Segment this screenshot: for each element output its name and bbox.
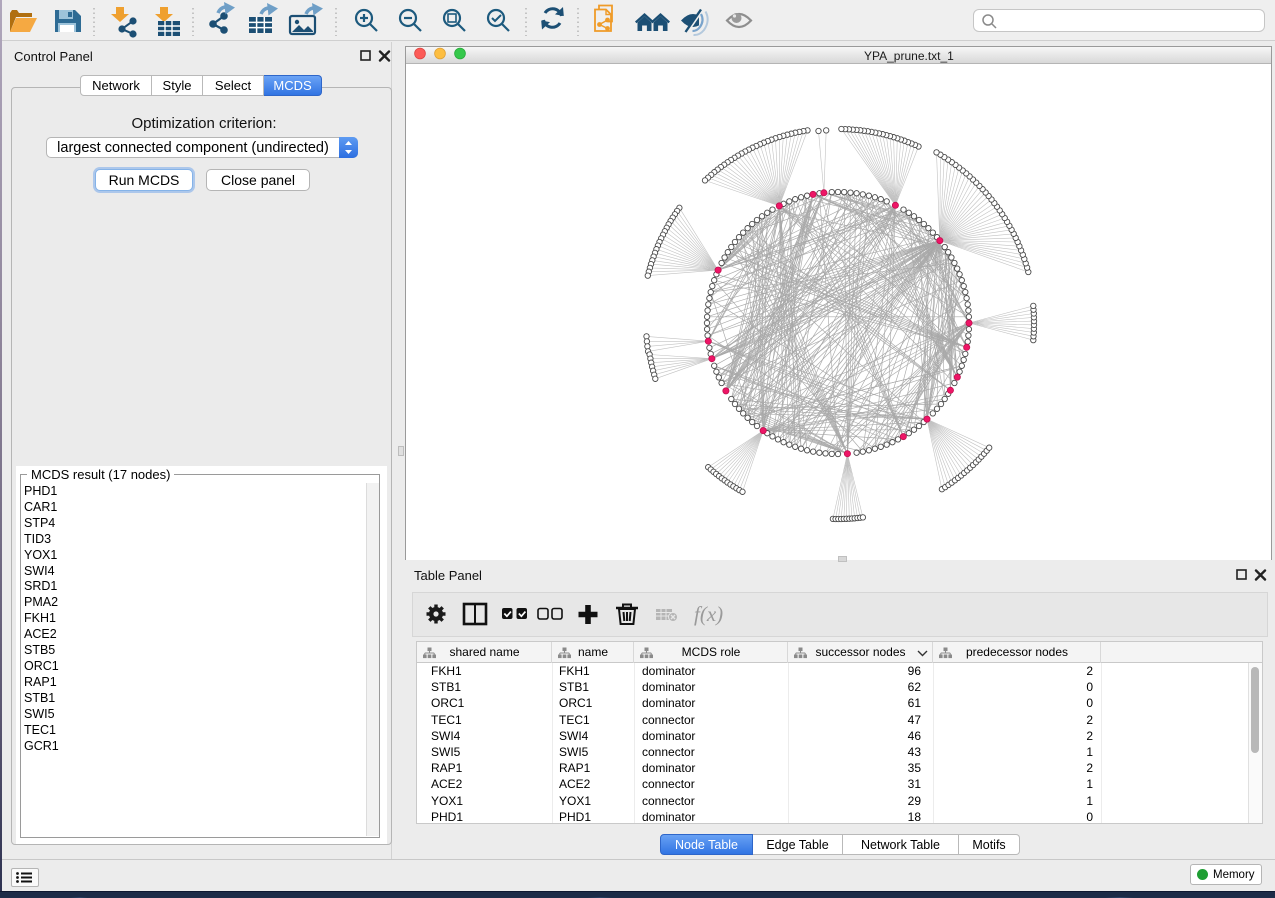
svg-text:f(x): f(x) bbox=[694, 602, 723, 626]
